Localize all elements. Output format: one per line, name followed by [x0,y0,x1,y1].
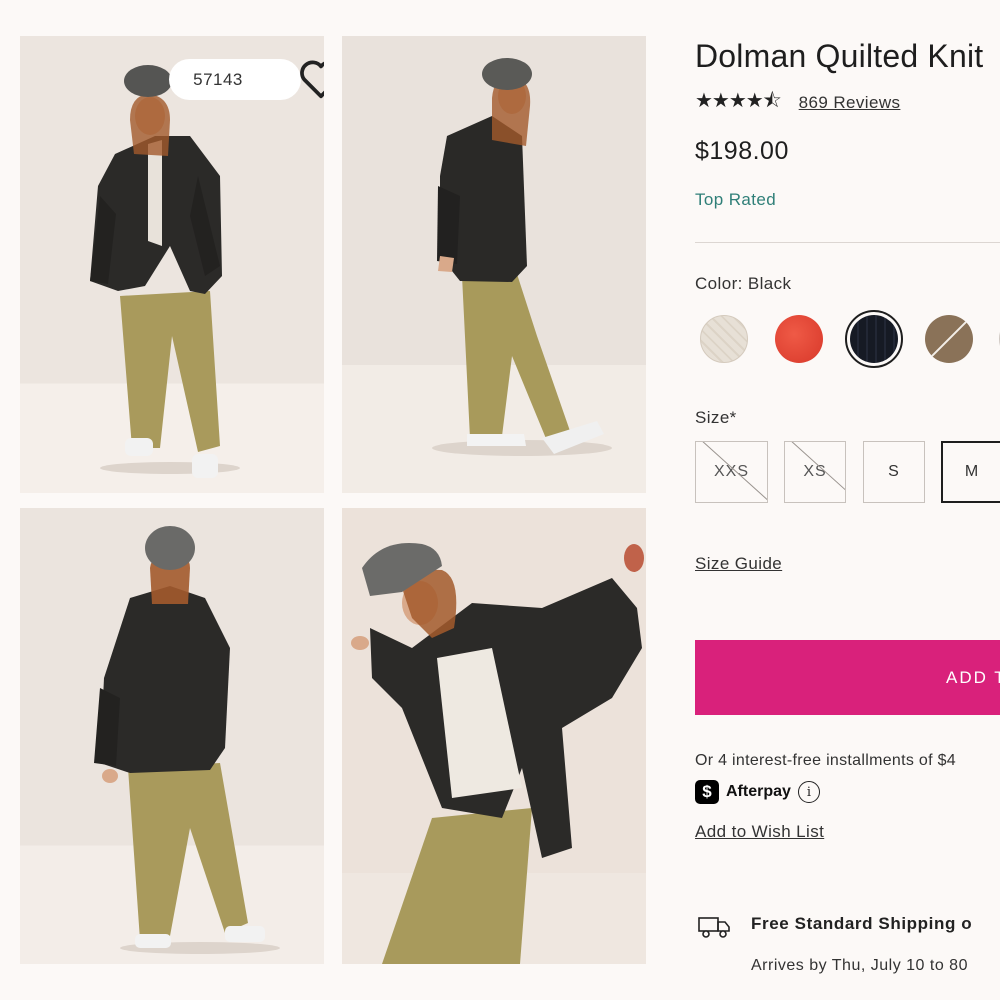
size-option-xxs[interactable]: XXS [695,441,768,503]
size-option-xs[interactable]: XS [784,441,846,503]
add-to-wishlist-link[interactable]: Add to Wish List [695,822,824,842]
product-details-panel: Dolman Quilted Knit ★★★★⯪ 869 Reviews $1… [695,0,1000,1000]
color-swatches [695,310,1000,370]
swatch-red[interactable] [775,315,823,363]
heart-icon[interactable] [253,60,324,99]
truck-icon [697,914,731,940]
afterpay-logo-icon: $ [695,780,719,804]
size-label: Size* [695,408,737,427]
size-option-s[interactable]: S [863,441,925,503]
model-back-illustration [94,526,280,954]
swatch-black[interactable] [850,315,898,363]
product-photo-side[interactable] [342,36,646,493]
star-rating-icon: ★★★★⯪ [695,90,782,112]
shipping-title: Free Standard Shipping o [751,914,973,933]
size-guide-link[interactable]: Size Guide [695,554,782,574]
divider [695,242,1000,243]
swatch-brown-unavailable[interactable] [925,315,973,363]
favorites-pill[interactable]: 57143 [169,59,324,100]
size-option-m[interactable]: M [941,441,1000,503]
swatch-cream[interactable] [700,315,748,363]
product-photo-motion[interactable] [342,508,646,964]
model-motion-illustration [351,543,644,964]
add-to-bag-label: ADD T [946,667,1000,687]
product-image-gallery: 57143 [20,36,646,964]
model-front-illustration [90,65,240,478]
rating-row: ★★★★⯪ 869 Reviews [695,86,900,120]
model-side-illustration [432,58,612,456]
afterpay-label: Afterpay [726,783,791,800]
product-photo-front[interactable]: 57143 [20,36,324,493]
top-rated-badge: Top Rated [695,190,777,209]
color-label: Color: Black [695,274,792,293]
installments-text: Or 4 interest-free installments of $4 [695,752,956,769]
info-icon[interactable]: i [797,781,820,803]
add-to-bag-button[interactable]: ADD T [695,640,1000,715]
afterpay-row: $ Afterpay i [695,780,820,804]
product-photo-back[interactable] [20,508,324,964]
product-title: Dolman Quilted Knit [695,38,984,74]
product-price: $198.00 [695,137,789,165]
shipping-arrival: Arrives by Thu, July 10 to 80 [751,957,968,974]
reviews-link[interactable]: 869 Reviews [799,93,901,113]
